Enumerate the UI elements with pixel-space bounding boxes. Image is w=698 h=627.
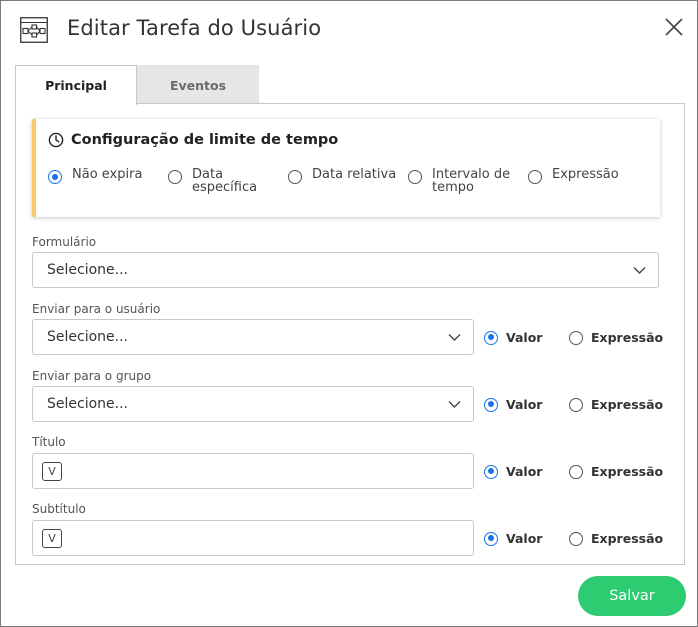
enviar-grupo-mode-valor[interactable]: Valor: [484, 397, 542, 412]
mode-label-valor: Valor: [506, 397, 543, 412]
tab-eventos[interactable]: Eventos: [137, 65, 259, 104]
time-limit-title: Configuração de limite de tempo: [71, 132, 339, 148]
enviar-usuario-mode-expressao[interactable]: Expressão: [569, 330, 663, 345]
subtitulo-mode-expressao[interactable]: Expressão: [569, 531, 663, 546]
radio-data-especifica[interactable]: [168, 170, 182, 184]
time-limit-option-data-especifica[interactable]: Data específica: [168, 168, 257, 194]
time-limit-option-label: Expressão: [552, 167, 619, 182]
mode-label-expressao: Expressão: [591, 531, 664, 546]
radio-expressao[interactable]: [569, 531, 583, 546]
chevron-down-icon: [448, 401, 461, 408]
time-limit-option-data-relativa[interactable]: Data relativa: [288, 168, 396, 184]
time-limit-option-nao-expira[interactable]: Não expira: [48, 168, 142, 184]
formulario-select[interactable]: Selecione...: [32, 252, 659, 288]
titulo-label: Título: [32, 435, 66, 449]
enviar-usuario-label: Enviar para o usuário: [32, 302, 161, 316]
time-limit-card: Configuração de limite de tempo Não expi…: [32, 119, 660, 217]
enviar-usuario-mode-valor[interactable]: Valor: [484, 330, 542, 345]
formulario-label: Formulário: [32, 235, 97, 249]
save-button[interactable]: Salvar: [578, 576, 686, 616]
variable-badge[interactable]: V: [42, 529, 62, 548]
mode-label-valor: Valor: [506, 464, 543, 479]
subtitulo-mode-valor[interactable]: Valor: [484, 531, 542, 546]
time-limit-option-label: Data específica: [192, 167, 258, 195]
chevron-down-icon: [448, 334, 461, 341]
time-limit-option-label: Não expira: [72, 167, 143, 182]
radio-valor[interactable]: [484, 464, 498, 479]
time-limit-option-intervalo-de-tempo[interactable]: Intervalo de tempo: [408, 168, 510, 194]
clock-icon: [48, 132, 64, 148]
variable-badge[interactable]: V: [42, 462, 62, 481]
radio-expressao[interactable]: [528, 170, 542, 184]
radio-valor[interactable]: [484, 531, 498, 546]
workflow-diagram-icon: [20, 17, 48, 43]
chevron-down-icon: [633, 267, 646, 274]
enviar-usuario-select[interactable]: Selecione...: [32, 319, 474, 355]
enviar-usuario-select-value: Selecione...: [47, 329, 128, 345]
mode-label-expressao: Expressão: [591, 330, 664, 345]
formulario-select-value: Selecione...: [47, 262, 128, 278]
radio-intervalo-de-tempo[interactable]: [408, 170, 422, 184]
titulo-mode-valor[interactable]: Valor: [484, 464, 542, 479]
tab-principal[interactable]: Principal: [15, 65, 137, 105]
dialog-header: Editar Tarefa do Usuário: [1, 1, 697, 59]
enviar-grupo-select-value: Selecione...: [47, 396, 128, 412]
time-limit-option-expressao[interactable]: Expressão: [528, 168, 619, 184]
enviar-grupo-mode-expressao[interactable]: Expressão: [569, 397, 663, 412]
mode-label-valor: Valor: [506, 531, 543, 546]
radio-expressao[interactable]: [569, 464, 583, 479]
time-limit-header: Configuração de limite de tempo: [48, 132, 338, 148]
time-limit-option-label: Data relativa: [312, 167, 397, 182]
mode-label-valor: Valor: [506, 330, 543, 345]
tab-panel-principal: Configuração de limite de tempo Não expi…: [15, 103, 685, 565]
dialog-title: Editar Tarefa do Usuário: [67, 16, 322, 40]
subtitulo-input[interactable]: V: [32, 520, 474, 556]
titulo-input[interactable]: V: [32, 453, 474, 489]
time-limit-option-label: Intervalo de tempo: [432, 167, 511, 195]
edit-user-task-dialog: Editar Tarefa do Usuário Principal Event…: [0, 0, 698, 627]
mode-label-expressao: Expressão: [591, 397, 664, 412]
titulo-mode-expressao[interactable]: Expressão: [569, 464, 663, 479]
radio-valor[interactable]: [484, 330, 498, 345]
radio-data-relativa[interactable]: [288, 170, 302, 184]
radio-valor[interactable]: [484, 397, 498, 412]
radio-expressao[interactable]: [569, 397, 583, 412]
radio-nao-expira[interactable]: [48, 170, 62, 184]
enviar-grupo-select[interactable]: Selecione...: [32, 386, 474, 422]
close-icon[interactable]: [663, 16, 685, 38]
enviar-grupo-label: Enviar para o grupo: [32, 369, 152, 383]
mode-label-expressao: Expressão: [591, 464, 664, 479]
radio-expressao[interactable]: [569, 330, 583, 345]
subtitulo-label: Subtítulo: [32, 502, 86, 516]
